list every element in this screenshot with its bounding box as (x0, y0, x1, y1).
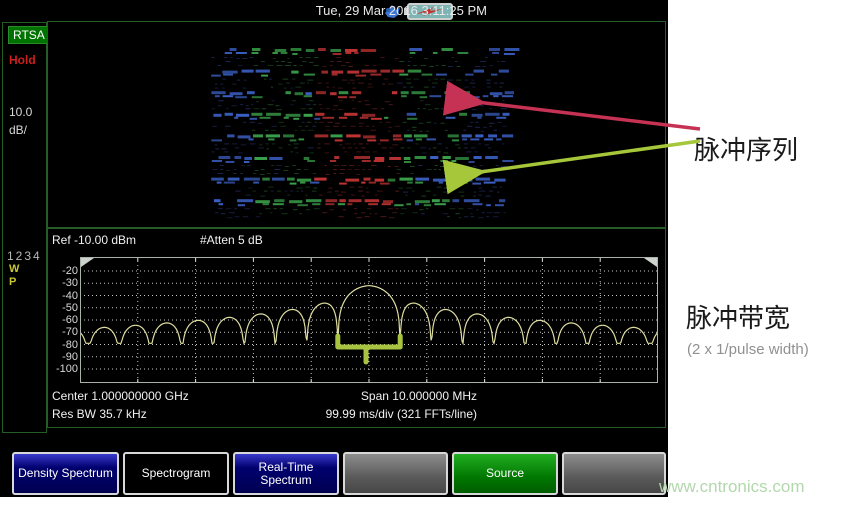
scale-unit: dB/ (9, 123, 27, 137)
softkey-source[interactable]: Source (452, 452, 558, 495)
center-freq-readout: Center 1.000000000 GHz (52, 389, 189, 403)
status-bar: Tue, 29 Mar 2016 3:11:25 PM (0, 0, 668, 22)
left-annunciator-panel: RTSA Hold 10.0 dB/ 1234 W P (2, 22, 47, 433)
spectrum-chart (80, 257, 658, 383)
y-tick-label: -40 (46, 291, 78, 302)
trace-flag-p: P (9, 276, 16, 288)
pulse-bandwidth-formula: (2 x 1/pulse width) (687, 341, 809, 358)
softkey-real-time-spectrum[interactable]: Real-Time Spectrum (233, 452, 339, 495)
ref-level-readout: Ref -10.00 dBm (52, 233, 136, 247)
pulse-train-annotation: 脉冲序列 (694, 130, 798, 167)
y-tick-label: -50 (46, 303, 78, 314)
trace-flag-w: W (9, 263, 19, 275)
pulse-bandwidth-annotation: 脉冲带宽 (686, 298, 790, 335)
instrument-screen: Tue, 29 Mar 2016 3:11:25 PM RTSA Hold 10… (0, 0, 668, 497)
hold-annunciator: Hold (9, 53, 36, 67)
y-tick-label: -100 (46, 364, 78, 375)
bandwidth-bracket-marker (338, 336, 400, 362)
attenuation-readout: #Atten 5 dB (200, 233, 263, 247)
y-tick-label: -20 (46, 266, 78, 277)
softkey-blank-5[interactable] (562, 452, 666, 495)
softkey-blank-3[interactable] (343, 452, 448, 495)
trace-numbers: 1234 (7, 249, 42, 263)
datetime-label: Tue, 29 Mar 2016 3:11:25 PM (316, 3, 487, 18)
res-bw-readout: Res BW 35.7 kHz (52, 407, 147, 421)
y-tick-label: -30 (46, 278, 78, 289)
y-tick-label: -70 (46, 327, 78, 338)
span-readout: Span 10.000000 MHz (361, 389, 477, 403)
pulse-train-density-plot (48, 22, 665, 227)
y-tick-label: -90 (46, 352, 78, 363)
watermark: www.cntronics.com (659, 477, 804, 497)
scale-value: 10.0 (9, 105, 32, 119)
fieldfox-rtsa-screenshot: Tue, 29 Mar 2016 3:11:25 PM RTSA Hold 10… (0, 0, 846, 509)
softkey-density-spectrum[interactable]: Density Spectrum (12, 452, 119, 495)
density-spectrum-display (47, 21, 666, 228)
spectrum-trace (80, 286, 658, 344)
mode-badge: RTSA (8, 26, 50, 44)
sweep-info-readout: 99.99 ms/div (321 FFTs/line) (326, 407, 477, 421)
y-tick-label: -80 (46, 340, 78, 351)
softkey-bar: Density SpectrumSpectrogramReal-Time Spe… (0, 452, 668, 496)
softkey-spectrogram[interactable]: Spectrogram (123, 452, 229, 495)
y-tick-label: -60 (46, 315, 78, 326)
